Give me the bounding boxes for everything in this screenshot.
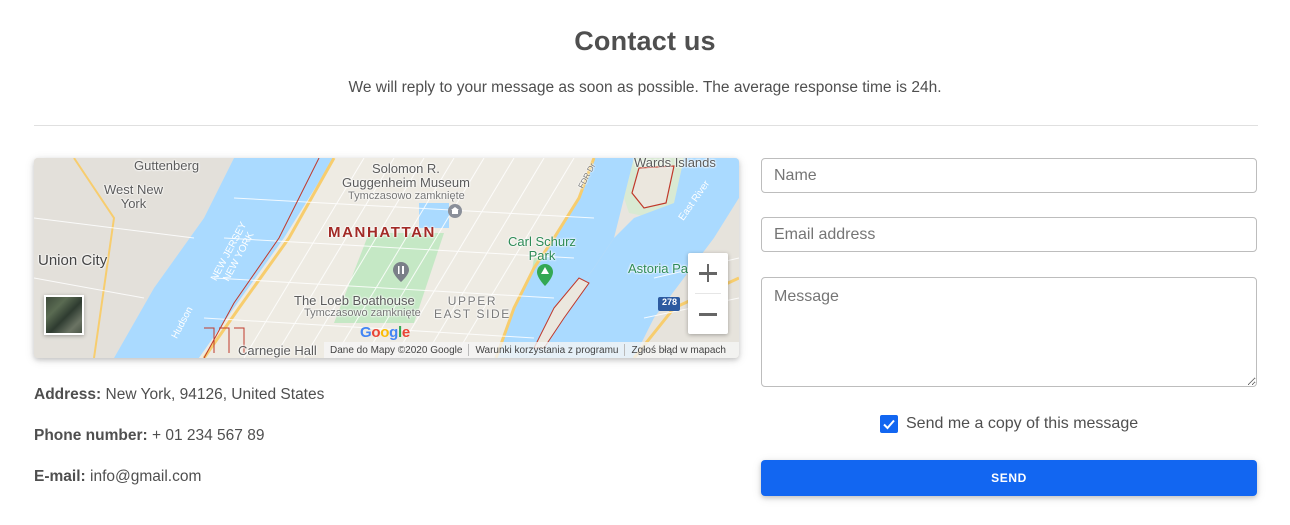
send-button[interactable]: SEND bbox=[761, 460, 1257, 496]
map-terms-link[interactable]: Warunki korzystania z programu bbox=[469, 345, 624, 356]
map-label-route-278: 278 bbox=[662, 297, 678, 307]
map-label-union-city: Union City bbox=[38, 252, 108, 269]
map-label-temporarily-closed-2: Tymczasowo zamknięte bbox=[304, 307, 421, 319]
email-line: E-mail: info@gmail.com bbox=[34, 468, 201, 486]
message-textarea[interactable] bbox=[761, 277, 1257, 387]
email-value: info@gmail.com bbox=[90, 468, 202, 485]
copy-checkbox-label[interactable]: Send me a copy of this message bbox=[906, 415, 1138, 433]
section-divider bbox=[34, 125, 1258, 126]
google-logo: Google bbox=[360, 324, 410, 341]
checkmark-icon bbox=[883, 419, 895, 430]
map-label-carl-schurz-park: Carl Schurz Park bbox=[508, 234, 576, 263]
map-label-carnegie-hall: Carnegie Hall bbox=[238, 343, 317, 358]
map-label-guttenberg: Guttenberg bbox=[134, 158, 200, 173]
copy-checkbox-row: Send me a copy of this message bbox=[880, 414, 1138, 434]
map-label-wards-islands: Wards Islands bbox=[634, 158, 716, 170]
google-map[interactable]: Guttenberg West New York Union City Solo… bbox=[34, 158, 739, 358]
park-marker-icon[interactable] bbox=[537, 264, 553, 286]
museum-marker-icon[interactable] bbox=[448, 204, 462, 220]
address-line: Address: New York, 94126, United States bbox=[34, 386, 324, 404]
map-label-guggenheim: Solomon R. Guggenheim Museum bbox=[342, 161, 470, 190]
email-input[interactable] bbox=[761, 217, 1257, 252]
map-data-attribution[interactable]: Dane do Mapy ©2020 Google bbox=[324, 345, 468, 356]
copy-checkbox[interactable] bbox=[880, 415, 898, 433]
page-subtitle: We will reply to your message as soon as… bbox=[348, 79, 942, 96]
phone-value: + 01 234 567 89 bbox=[151, 427, 265, 444]
restaurant-marker-icon[interactable] bbox=[393, 262, 409, 282]
satellite-view-toggle[interactable] bbox=[44, 295, 84, 335]
address-value: New York, 94126, United States bbox=[105, 386, 325, 403]
email-label: E-mail: bbox=[34, 468, 86, 485]
phone-line: Phone number: + 01 234 567 89 bbox=[34, 427, 264, 445]
map-label-manhattan: MANHATTAN bbox=[328, 224, 436, 241]
phone-label: Phone number: bbox=[34, 427, 148, 444]
map-zoom-control bbox=[688, 253, 728, 334]
zoom-in-button[interactable] bbox=[688, 253, 728, 293]
map-label-loeb-boathouse: The Loeb Boathouse bbox=[294, 293, 415, 308]
map-label-west-new-york: West New York bbox=[104, 182, 163, 211]
name-input[interactable] bbox=[761, 158, 1257, 193]
map-report-error-link[interactable]: Zgłoś błąd w mapach bbox=[625, 345, 732, 356]
map-attribution-bar: Dane do Mapy ©2020 Google Warunki korzys… bbox=[324, 342, 739, 358]
address-label: Address: bbox=[34, 386, 102, 403]
map-label-upper-east-side: UPPER EAST SIDE bbox=[434, 294, 511, 321]
page-title: Contact us bbox=[574, 26, 716, 56]
zoom-out-button[interactable] bbox=[688, 294, 728, 334]
map-label-temporarily-closed-1: Tymczasowo zamknięte bbox=[348, 190, 465, 202]
